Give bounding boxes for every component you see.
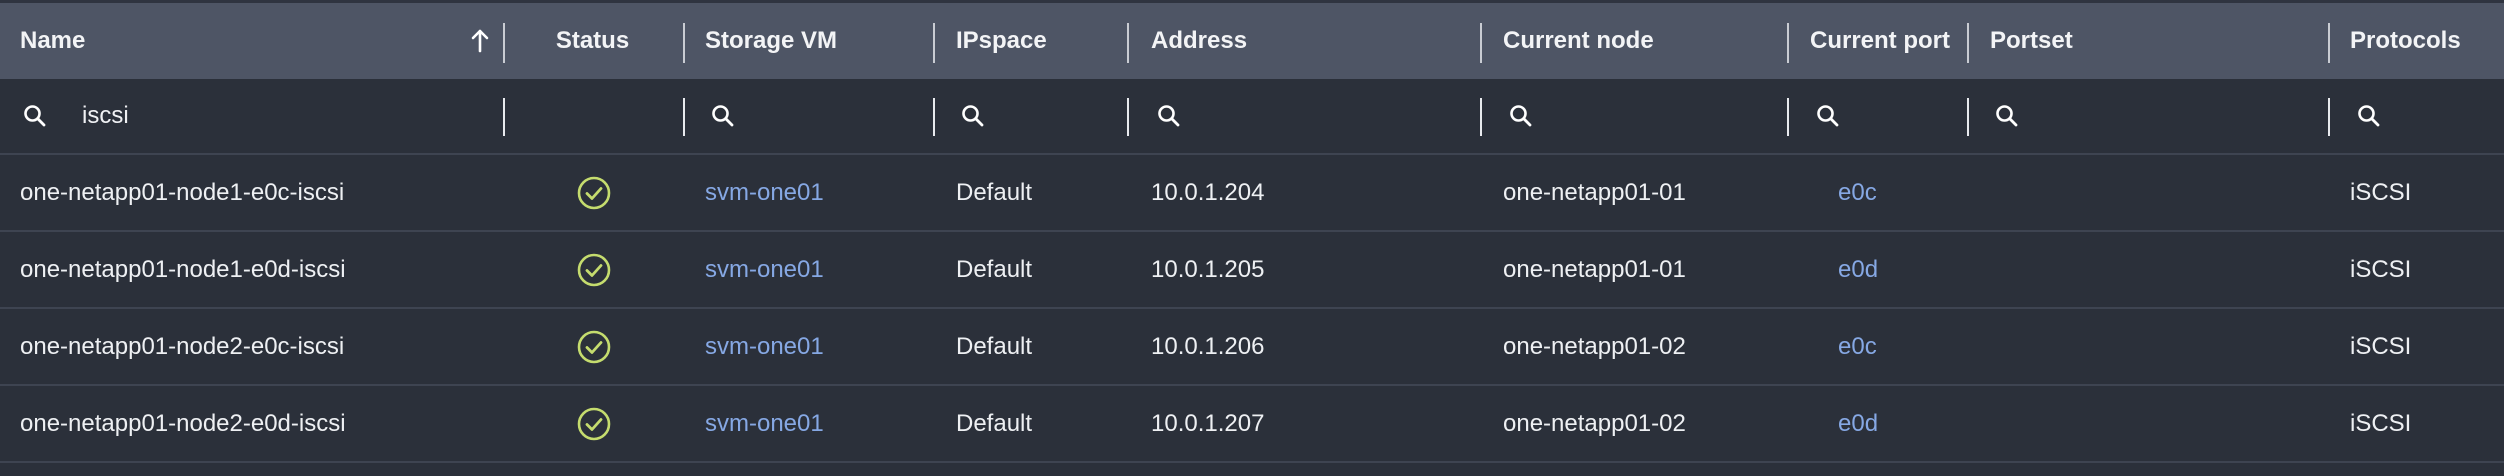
storage-vm-link[interactable]: svm-one01 [705,386,930,461]
search-icon [1817,105,1839,127]
storage-vm-filter-input[interactable] [710,79,930,153]
current-port-link[interactable]: e0d [1838,232,1963,307]
column-header-current-node[interactable]: Current node [1503,3,1783,79]
protocols-value: iSCSI [2350,332,2412,360]
column-divider [1967,98,1969,136]
column-header-storage-vm[interactable]: Storage VM [705,3,925,79]
current-port-link[interactable]: e0c [1838,309,1963,384]
current-node-value: one-netapp01-01 [1503,255,1686,283]
column-divider [1480,98,1482,136]
interface-name: one-netapp01-node2-e0c-iscsi [20,332,345,360]
column-header-status-label: Status [555,27,630,54]
status-ok-icon [505,309,683,384]
interface-name: one-netapp01-node1-e0c-iscsi [20,178,345,206]
column-header-address[interactable]: Address [1151,3,1471,79]
status-ok-icon [505,386,683,461]
portset-value [1990,309,2320,384]
table-row[interactable]: one-netapp01-node1-e0d-iscsi svm-one01 D… [0,232,2504,309]
search-icon [1510,105,1532,127]
table-row[interactable]: one-netapp01-node2-e0d-iscsi svm-one01 D… [0,386,2504,463]
column-header-portset[interactable]: Portset [1990,3,2290,79]
column-header-address-label: Address [1151,27,1248,54]
interface-name: one-netapp01-node2-e0d-iscsi [20,409,346,437]
current-port-link[interactable]: e0d [1838,386,1963,461]
network-interfaces-table: Name Status Storage VM IPspace Address C… [0,0,2504,476]
column-divider [683,98,685,136]
column-divider [1127,98,1129,136]
column-header-protocols[interactable]: Protocols [2350,3,2504,79]
column-divider[interactable] [1127,23,1129,63]
column-header-name-label: Name [20,27,86,54]
column-header-protocols-label: Protocols [2350,27,2461,54]
ipspace-value: Default [956,332,1033,360]
portset-value [1990,386,2320,461]
column-divider[interactable] [1787,23,1789,63]
search-icon [712,105,734,127]
ipspace-filter-input[interactable] [960,79,1125,153]
protocols-value: iSCSI [2350,178,2412,206]
column-header-ipspace[interactable]: IPspace [956,3,1126,79]
search-icon [2358,105,2380,127]
column-header-name[interactable]: Name [20,3,490,79]
column-header-storage-vm-label: Storage VM [705,27,838,54]
storage-vm-link[interactable]: svm-one01 [705,232,930,307]
column-header-current-node-label: Current node [1503,27,1654,54]
protocols-filter-input[interactable] [2356,79,2501,153]
name-filter-input[interactable]: iscsi [82,79,492,153]
search-icon [22,79,52,153]
name-filter-value: iscsi [82,102,129,129]
address-filter-input[interactable] [1156,79,1476,153]
column-divider[interactable] [1480,23,1482,63]
table-row[interactable]: one-netapp01-node1-e0c-iscsi svm-one01 D… [0,155,2504,232]
portset-value [1990,155,2320,230]
column-divider [1787,98,1789,136]
column-divider [2328,98,2330,136]
ipspace-value: Default [956,255,1033,283]
filter-row: iscsi [0,79,2504,155]
search-icon [1996,105,2018,127]
storage-vm-link[interactable]: svm-one01 [705,309,930,384]
column-divider[interactable] [933,23,935,63]
ipspace-value: Default [956,409,1033,437]
current-port-link[interactable]: e0c [1838,155,1963,230]
address-value: 10.0.1.205 [1151,255,1265,283]
table-header: Name Status Storage VM IPspace Address C… [0,0,2504,79]
search-icon [1158,105,1180,127]
status-ok-icon [505,232,683,307]
status-filter-input[interactable] [505,79,683,153]
column-header-ipspace-label: IPspace [956,27,1047,54]
column-header-status[interactable]: Status [505,3,680,79]
column-divider[interactable] [2328,23,2330,63]
column-header-current-port-label: Current port [1810,27,1950,54]
column-divider[interactable] [683,23,685,63]
current-node-filter-input[interactable] [1508,79,1783,153]
current-node-value: one-netapp01-02 [1503,332,1686,360]
address-value: 10.0.1.204 [1151,178,1265,206]
portset-value [1990,232,2320,307]
sort-ascending-icon[interactable] [465,3,495,79]
status-ok-icon [505,155,683,230]
current-node-value: one-netapp01-02 [1503,409,1686,437]
protocols-value: iSCSI [2350,409,2412,437]
current-node-value: one-netapp01-01 [1503,178,1686,206]
interface-name: one-netapp01-node1-e0d-iscsi [20,255,346,283]
portset-filter-input[interactable] [1994,79,2324,153]
table-row[interactable]: one-netapp01-node2-e0c-iscsi svm-one01 D… [0,309,2504,386]
current-port-filter-input[interactable] [1815,79,1965,153]
ipspace-value: Default [956,178,1033,206]
column-header-portset-label: Portset [1990,27,2073,54]
search-icon [962,105,984,127]
column-divider[interactable] [1967,23,1969,63]
protocols-value: iSCSI [2350,255,2412,283]
storage-vm-link[interactable]: svm-one01 [705,155,930,230]
address-value: 10.0.1.206 [1151,332,1265,360]
address-value: 10.0.1.207 [1151,409,1265,437]
column-divider [933,98,935,136]
column-header-current-port[interactable]: Current port [1810,3,1975,79]
